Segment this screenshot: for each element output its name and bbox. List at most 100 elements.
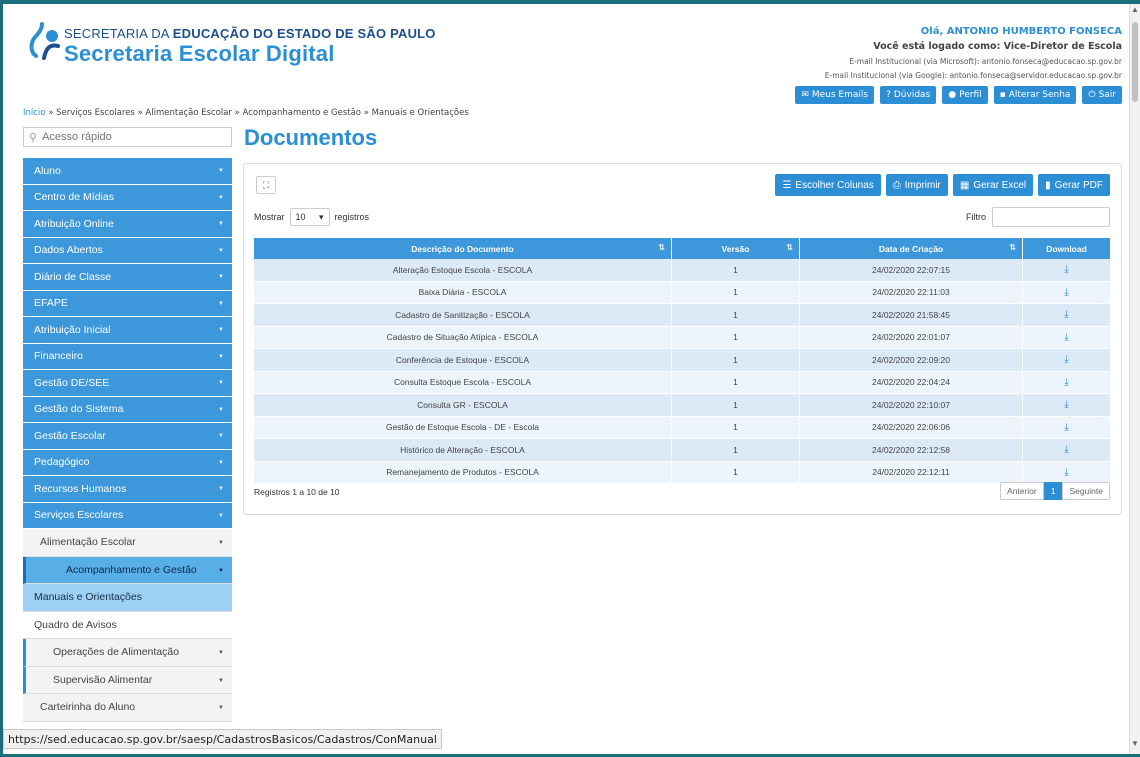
cell-versao: 1 <box>671 461 800 484</box>
sidebar-item-atribuicao-inicial[interactable]: Atribuição Inicial ▼ <box>23 317 232 344</box>
status-bar-url: https://sed.educacao.sp.gov.br/saesp/Cad… <box>3 729 442 749</box>
cell-descricao: Consulta Estoque Escola - ESCOLA <box>254 371 672 394</box>
help-button[interactable]: ? Dúvidas <box>880 86 937 104</box>
download-icon[interactable]: ⤓ <box>1022 393 1111 417</box>
power-icon: ⏻ <box>1088 90 1096 100</box>
download-icon[interactable]: ⤓ <box>1022 303 1111 327</box>
sort-icon: ⇅ <box>1009 243 1016 252</box>
user-email-microsoft: E-mail Institucional (via Microsoft): an… <box>849 57 1122 66</box>
filter-input[interactable] <box>992 207 1110 227</box>
sidebar-item-atribuicao-online[interactable]: Atribuição Online ▼ <box>23 211 232 238</box>
my-emails-button[interactable]: ✉ Meus Emails <box>795 86 875 104</box>
column-header-data-criacao[interactable]: Data de Criação ⇅ <box>799 238 1023 259</box>
cell-data: 24/02/2020 22:09:20 <box>799 348 1023 372</box>
pagination-previous[interactable]: Anterior <box>999 482 1044 500</box>
cell-versao: 1 <box>671 416 800 439</box>
envelope-icon: ✉ <box>801 90 809 100</box>
pagination-next[interactable]: Seguinte <box>1062 482 1110 500</box>
sidebar-item-gestao-de-see[interactable]: Gestão DE/SEE ▼ <box>23 370 232 397</box>
column-header-descricao[interactable]: Descrição do Documento ⇅ <box>254 238 672 259</box>
sidebar-link-quadro-avisos[interactable]: Quadro de Avisos <box>23 611 232 639</box>
sidebar-sub-supervisao-alimentar[interactable]: Supervisão Alimentar ▼ <box>23 666 232 694</box>
cell-data: 24/02/2020 21:58:45 <box>799 303 1023 327</box>
cell-versao: 1 <box>671 303 800 327</box>
sidebar-item-efape[interactable]: EFAPE ▼ <box>23 290 232 317</box>
cell-descricao: Remanejamento de Produtos - ESCOLA <box>254 461 672 484</box>
sidebar-item-centro-midias[interactable]: Centro de Mídias ▼ <box>23 184 232 211</box>
scrollbar-thumb[interactable] <box>1132 22 1138 102</box>
scroll-up-icon[interactable]: ▲ <box>1131 6 1139 14</box>
user-actions: ✉ Meus Emails ? Dúvidas ● Perfil ▪ Alterar S… <box>795 86 1122 104</box>
search-icon: ⚲ <box>29 131 38 144</box>
caret-down-icon: ▼ <box>218 247 224 254</box>
cell-descricao: Alteração Estoque Escola - ESCOLA <box>254 259 672 282</box>
expand-icon[interactable]: ⛶ <box>256 176 276 194</box>
caret-down-icon: ▼ <box>218 650 224 656</box>
sidebar-item-dados-abertos[interactable]: Dados Abertos ▼ <box>23 237 232 264</box>
caret-down-icon: ▼ <box>218 486 224 492</box>
cell-descricao: Conferência de Estoque - ESCOLA <box>254 348 672 372</box>
table-row: Conferência de Estoque - ESCOLA 1 24/02/20… <box>254 348 1111 372</box>
cell-versao: 1 <box>671 371 800 394</box>
print-button[interactable]: ⎙ Imprimir <box>885 174 948 196</box>
breadcrumb-home-link[interactable]: Início <box>23 108 46 118</box>
download-icon[interactable]: ⤓ <box>1022 259 1111 282</box>
cell-versao: 1 <box>671 281 800 304</box>
printer-icon: ⎙ <box>892 179 901 191</box>
sidebar-sub-operacoes-alimentacao[interactable]: Operações de Alimentação ▼ <box>23 639 232 667</box>
cell-descricao: Baixa Diária - ESCOLA <box>254 281 672 304</box>
choose-columns-button[interactable]: ☰ Escolher Colunas <box>775 174 881 196</box>
caret-down-icon: ▾ <box>318 211 324 222</box>
sidebar-sub-acompanhamento-gestao[interactable]: Acompanhamento e Gestão ▼ <box>23 556 232 584</box>
download-icon[interactable]: ⤓ <box>1022 371 1111 394</box>
download-icon[interactable]: ⤓ <box>1022 438 1111 462</box>
cell-data: 24/02/2020 22:07:15 <box>799 259 1023 282</box>
logout-button[interactable]: ⏻ Sair <box>1082 86 1122 104</box>
cell-data: 24/02/2020 22:11:03 <box>799 281 1023 304</box>
table-row: Consulta GR - ESCOLA 1 24/02/2020 22:10:07… <box>254 393 1111 417</box>
cell-descricao: Cadastro de Sanitização - ESCOLA <box>254 303 672 327</box>
filter-control: Filtro <box>966 207 1110 227</box>
column-header-versao[interactable]: Versão ⇅ <box>671 238 800 259</box>
brand-title[interactable]: Secretaria Escolar Digital <box>64 41 335 67</box>
sort-icon: ⇅ <box>786 243 793 252</box>
sidebar-item-recursos-humanos[interactable]: Recursos Humanos ▼ <box>23 476 232 503</box>
sidebar-item-aluno[interactable]: Aluno ▼ <box>23 158 232 185</box>
download-icon[interactable]: ⤓ <box>1022 281 1111 304</box>
cell-descricao: Histórico de Alteração - ESCOLA <box>254 438 672 462</box>
caret-down-icon: ▼ <box>218 221 224 227</box>
pagination-page-1[interactable]: 1 <box>1043 482 1063 500</box>
sidebar-link-manuais-orientacoes[interactable]: Manuais e Orientações <box>23 584 232 612</box>
export-pdf-button[interactable]: ▮ Gerar PDF <box>1038 174 1110 196</box>
download-icon[interactable]: ⤓ <box>1022 461 1111 484</box>
profile-button[interactable]: ● Perfil <box>942 86 988 104</box>
caret-down-icon: ▼ <box>218 274 224 280</box>
cell-data: 24/02/2020 22:12:58 <box>799 438 1023 462</box>
quick-access-search[interactable]: ⚲ <box>23 127 232 147</box>
sidebar-item-pedagogico[interactable]: Pedagógico ▼ <box>23 449 232 476</box>
page-scrollbar[interactable]: ▲ ▼ <box>1129 4 1140 754</box>
quick-access-input[interactable] <box>42 131 223 143</box>
download-icon[interactable]: ⤓ <box>1022 348 1111 372</box>
download-icon[interactable]: ⤓ <box>1022 416 1111 439</box>
download-icon[interactable]: ⤓ <box>1022 326 1111 349</box>
cell-versao: 1 <box>671 438 800 462</box>
sidebar-item-financeiro[interactable]: Financeiro ▼ <box>23 343 232 370</box>
sidebar-sub-alimentacao-escolar[interactable]: Alimentação Escolar ▼ <box>23 529 232 557</box>
user-greeting: Olá, ANTONIO HUMBERTO FONSECA <box>920 26 1122 37</box>
table-row: Cadastro de Sanitização - ESCOLA 1 24/02/2… <box>254 303 1111 327</box>
change-password-button[interactable]: ▪ Alterar Senha <box>993 86 1077 104</box>
documents-panel: ⛶ ☰ Escolher Colunas ⎙ Imprimir ▦ Gerar Exc… <box>243 163 1122 515</box>
page-title: Documentos <box>244 125 378 150</box>
sed-logo-icon <box>29 22 60 60</box>
caret-down-icon: ▼ <box>218 327 224 333</box>
sidebar-item-servicos-escolares[interactable]: Serviços Escolares ▼ <box>23 502 232 529</box>
page-length-select[interactable]: 10 ▾ <box>289 208 330 226</box>
export-excel-button[interactable]: ▦ Gerar Excel <box>952 174 1034 196</box>
sidebar-item-diario-classe[interactable]: Diário de Classe ▼ <box>23 264 232 291</box>
scroll-down-icon[interactable]: ▼ <box>1131 740 1139 748</box>
brand-secretaria: SECRETARIA DA EDUCAÇÃO DO ESTADO DE SÃO … <box>64 26 436 41</box>
sidebar-item-gestao-sistema[interactable]: Gestão do Sistema ▼ <box>23 396 232 423</box>
sidebar-item-gestao-escolar[interactable]: Gestão Escolar ▼ <box>23 423 232 450</box>
sidebar-sub-carteirinha-aluno[interactable]: Carteirinha do Aluno ▼ <box>23 694 232 722</box>
